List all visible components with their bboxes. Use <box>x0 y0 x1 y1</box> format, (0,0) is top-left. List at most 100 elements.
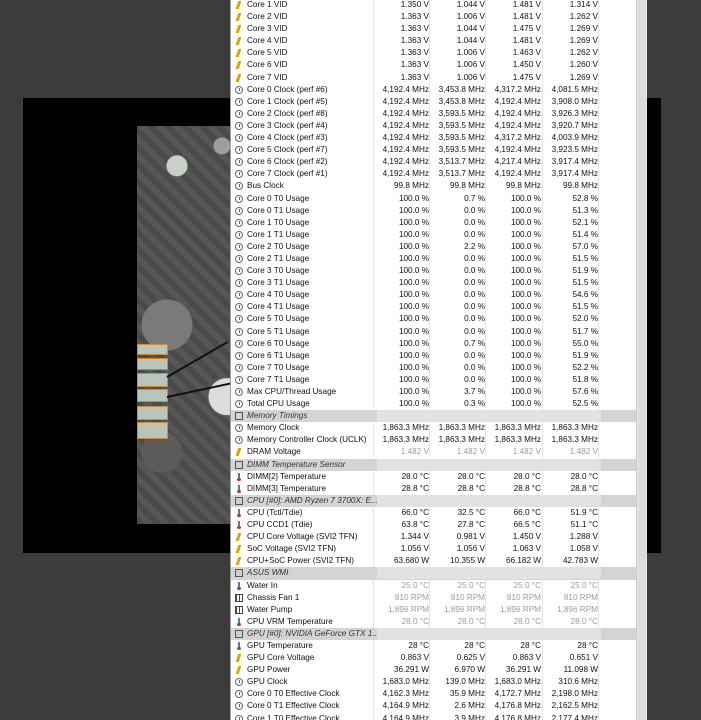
sensor-row[interactable]: CPU CCD1 (Tdie) 63.8 °C 27.8 °C 66.5 °C 51.1… <box>231 519 647 532</box>
average-value: 57.6 % <box>572 387 599 396</box>
sensor-group-header[interactable]: DIMM Temperature Sensor <box>231 458 647 471</box>
sensor-row[interactable]: Core 2 VID 1.363 V 1.006 V 1.481 V 1.262 V <box>231 11 647 24</box>
column-separator <box>542 373 543 386</box>
sensor-row[interactable]: Core 4 VID 1.363 V 1.044 V 1.481 V 1.269 V <box>231 35 647 48</box>
sensor-row[interactable]: Core 1 T0 Usage 100.0 % 0.0 % 100.0 % 52.1 % <box>231 216 647 229</box>
sensor-row[interactable]: Core 6 T1 Usage 100.0 % 0.0 % 100.0 % 51.9 % <box>231 349 647 362</box>
sensor-row[interactable]: Core 3 T1 Usage 100.0 % 0.0 % 100.0 % 51.5 % <box>231 277 647 290</box>
column-separator <box>373 337 374 350</box>
sensor-row[interactable]: DIMM[3] Temperature 28.8 °C 28.8 °C 28.8 °C… <box>231 482 647 495</box>
sensor-row[interactable]: CPU+SoC Power (SVI2 TFN) 63.680 W 10.355 W… <box>231 555 647 568</box>
minimum-value: 0.7 % <box>464 193 485 203</box>
sensor-row[interactable]: Core 5 VID 1.363 V 1.006 V 1.463 V 1.262 V <box>231 47 647 60</box>
sensor-row[interactable]: DRAM Voltage 1.482 V 1.482 V 1.482 V 1.482 V <box>231 446 647 459</box>
sensor-row[interactable]: Core 0 T0 Effective Clock 4,162.3 MHz 35.9… <box>231 688 647 701</box>
sensor-group-header[interactable]: ASUS WMI <box>231 567 647 580</box>
sensor-row[interactable]: Memory Controller Clock (UCLK) 1,863.3 MH… <box>231 434 647 447</box>
sensor-name: Total CPU Usage <box>247 399 310 409</box>
column-separator <box>373 252 374 265</box>
sensor-name: Memory Controller Clock (UCLK) <box>247 435 367 445</box>
sensor-row[interactable]: Core 7 T1 Usage 100.0 % 0.0 % 100.0 % 51.8 % <box>231 373 647 386</box>
volt-icon <box>235 61 243 69</box>
sensor-row[interactable]: Core 5 T0 Usage 100.0 % 0.0 % 100.0 % 52.0 % <box>231 313 647 326</box>
sensor-row[interactable]: CPU VRM Temperature 28.0 °C 28.0 °C 28.0 °C… <box>231 615 647 628</box>
sensor-row[interactable]: Core 7 T0 Usage 100.0 % 0.0 % 100.0 % 52.2 % <box>231 361 647 374</box>
current-value: 4,162.3 MHz <box>382 689 429 699</box>
sensor-row[interactable]: DIMM[2] Temperature 28.0 °C 28.0 °C 28.0 °C… <box>231 470 647 483</box>
sensor-row[interactable]: Core 7 Clock (perf #1) 4,192.4 MHz 3,513.7… <box>231 168 647 181</box>
sensor-row[interactable]: Core 3 T0 Usage 100.0 % 0.0 % 100.0 % 51.9 % <box>231 265 647 278</box>
sensor-name: Core 3 VID <box>247 24 288 34</box>
sensor-group-header[interactable]: GPU [#0]: NVIDIA GeForce GTX 1... <box>231 627 647 640</box>
group-header-fill <box>377 494 601 507</box>
sensor-row[interactable]: Core 3 VID 1.363 V 1.044 V 1.475 V 1.269 V <box>231 23 647 36</box>
maximum-value: 4,192.4 MHz <box>494 108 541 118</box>
column-separator <box>542 591 543 604</box>
sensor-row[interactable]: Max CPU/Thread Usage 100.0 % 3.7 % 100.0 % 5… <box>231 386 647 398</box>
sensor-row[interactable]: GPU Clock 1,683.0 MHz 139.0 MHz 1,683.0 MHz… <box>231 676 647 689</box>
current-value: 4,192.4 MHz <box>382 120 429 130</box>
minimum-value: 0.7 % <box>464 338 485 348</box>
clock-icon <box>235 121 243 130</box>
minimum-value: 27.8 °C <box>457 520 485 530</box>
clock-icon <box>235 182 243 191</box>
sensor-row[interactable]: Core 6 Clock (perf #2) 4,192.4 MHz 3,513.7… <box>231 156 647 169</box>
sensor-row[interactable]: Bus Clock 99.8 MHz 99.8 MHz 99.8 MHz 99.8 MH… <box>231 180 647 193</box>
sensor-row[interactable]: Core 1 T0 Effective Clock 4,164.9 MHz 3.9 … <box>231 712 647 720</box>
current-value: 100.0 % <box>398 302 429 312</box>
column-separator <box>542 180 543 193</box>
sensor-group-header[interactable]: Memory Timings <box>231 410 647 423</box>
sensor-row[interactable]: Core 6 VID 1.363 V 1.006 V 1.450 V 1.260 V <box>231 59 647 72</box>
sensor-row[interactable]: Core 0 T0 Usage 100.0 % 0.7 % 100.0 % 52.8 % <box>231 192 647 205</box>
hwinfo-sensor-panel[interactable]: Core 1 VID 1.350 V 1.044 V 1.481 V 1.314 V Co… <box>230 0 647 720</box>
sensor-row[interactable]: Core 2 T0 Usage 100.0 % 2.2 % 100.0 % 57.0 % <box>231 240 647 253</box>
sensor-row[interactable]: Core 4 T1 Usage 100.0 % 0.0 % 100.0 % 51.5 % <box>231 301 647 314</box>
minimum-value: 0.0 % <box>464 290 485 300</box>
sensor-row[interactable]: Core 3 Clock (perf #4) 4,192.4 MHz 3,593.5… <box>231 119 647 132</box>
sensor-row[interactable]: CPU Core Voltage (SVI2 TFN) 1.344 V 0.981 … <box>231 531 647 544</box>
sensor-row[interactable]: Core 5 Clock (perf #7) 4,192.4 MHz 3,593.5… <box>231 144 647 157</box>
column-separator <box>373 422 374 435</box>
maximum-value: 1,863.3 MHz <box>494 423 541 433</box>
sensor-row[interactable]: Core 2 Clock (perf #8) 4,192.4 MHz 3,593.5… <box>231 107 647 120</box>
sensor-row[interactable]: Water In 25.0 °C 25.0 °C 25.0 °C 25.0 °C <box>231 579 647 592</box>
sensor-row[interactable]: Core 0 T1 Effective Clock 4,164.9 MHz 2.6 … <box>231 700 647 713</box>
volt-icon <box>235 13 243 21</box>
sensor-row[interactable]: Core 2 T1 Usage 100.0 % 0.0 % 100.0 % 51.5 % <box>231 252 647 265</box>
sensor-row[interactable]: SoC Voltage (SVI2 TFN) 1.056 V 1.056 V 1.06… <box>231 543 647 556</box>
sensor-row[interactable]: GPU Core Voltage 0.863 V 0.625 V 0.863 V 0.6… <box>231 652 647 665</box>
sensor-row[interactable]: Core 6 T0 Usage 100.0 % 0.7 % 100.0 % 55.0 % <box>231 337 647 350</box>
current-value: 4,192.4 MHz <box>382 96 429 106</box>
column-separator <box>598 591 599 604</box>
maximum-value: 1.475 V <box>512 72 541 82</box>
sensor-row[interactable]: Core 1 Clock (perf #5) 4,192.4 MHz 3,453.8… <box>231 95 647 108</box>
sensor-row[interactable]: GPU Temperature 28 °C 28 °C 28 °C 28 °C <box>231 639 647 652</box>
sensor-name: Core 6 T0 Usage <box>247 338 310 348</box>
sensor-row[interactable]: Core 4 Clock (perf #3) 4,192.4 MHz 3,593.5… <box>231 132 647 145</box>
sensor-row[interactable]: Core 0 Clock (perf #6) 4,192.4 MHz 3,453.8… <box>231 83 647 96</box>
column-separator <box>485 192 486 205</box>
sensor-row[interactable]: Core 0 T1 Usage 100.0 % 0.0 % 100.0 % 51.3 % <box>231 204 647 217</box>
column-separator <box>429 470 430 483</box>
sensor-row[interactable]: Core 5 T1 Usage 100.0 % 0.0 % 100.0 % 51.7 % <box>231 325 647 338</box>
sensor-name: GPU Temperature <box>247 640 313 650</box>
sensor-row[interactable]: Chassis Fan 1 810 RPM 810 RPM 810 RPM 810 RP… <box>231 591 647 604</box>
column-separator <box>373 398 374 411</box>
sensor-row[interactable]: Core 1 T1 Usage 100.0 % 0.0 % 100.0 % 51.4 % <box>231 228 647 241</box>
sensor-row[interactable]: CPU (Tctl/Tdie) 66.0 °C 32.5 °C 66.0 °C 51.9… <box>231 506 647 519</box>
vertical-scrollbar[interactable] <box>636 0 647 720</box>
sensor-group-header[interactable]: CPU [#0]: AMD Ryzen 7 3700X: E... <box>231 494 647 507</box>
maximum-value: 100.0 % <box>510 241 541 251</box>
sensor-row[interactable]: Core 7 VID 1.363 V 1.006 V 1.475 V 1.269 V <box>231 71 647 84</box>
volt-icon <box>235 545 243 553</box>
photo-thumbnail <box>137 406 168 420</box>
sensor-row[interactable]: Memory Clock 1,863.3 MHz 1,863.3 MHz 1,863.… <box>231 422 647 435</box>
sensor-row[interactable]: Total CPU Usage 100.0 % 0.3 % 100.0 % 52.5 % <box>231 398 647 411</box>
sensor-row[interactable]: Core 4 T0 Usage 100.0 % 0.0 % 100.0 % 54.6 % <box>231 289 647 302</box>
sensor-row[interactable]: Water Pump 1,896 RPM 1,896 RPM 1,896 RPM 1,8… <box>231 603 647 616</box>
column-separator <box>485 132 486 145</box>
sensor-row[interactable]: Core 1 VID 1.350 V 1.044 V 1.481 V 1.314 V <box>231 0 647 11</box>
sensor-row[interactable]: GPU Power 36.291 W 6.970 W 36.291 W 11.098 W <box>231 664 647 677</box>
scrollbar-track[interactable] <box>638 0 646 720</box>
column-separator <box>542 301 543 314</box>
